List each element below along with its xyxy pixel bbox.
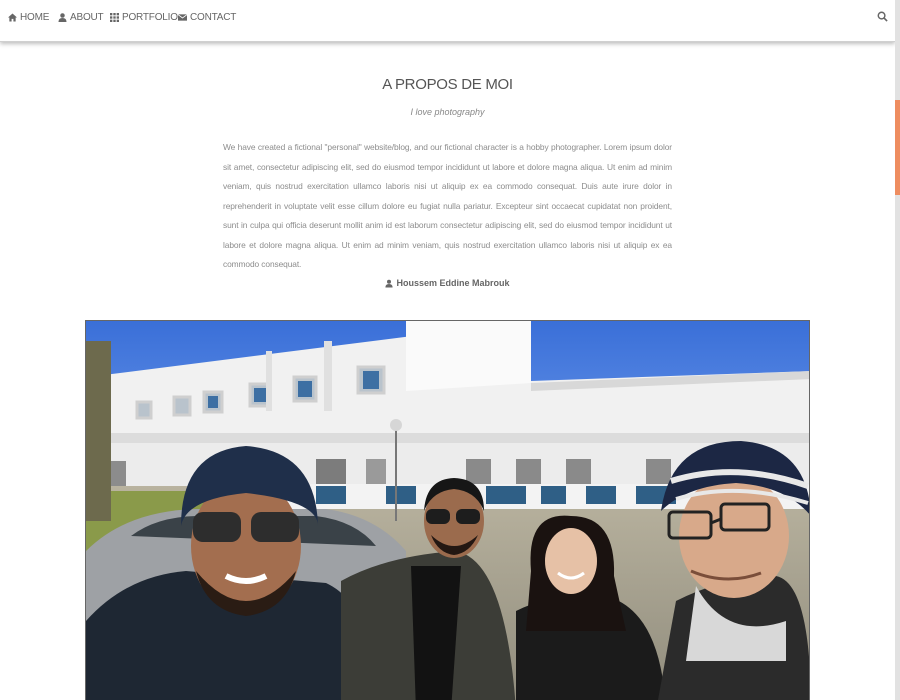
nav-portfolio-label: PORTFOLIO	[122, 12, 178, 23]
nav-about-label: ABOUT	[70, 12, 104, 23]
search-icon	[877, 11, 888, 22]
grid-icon	[110, 13, 119, 22]
nav-portfolio[interactable]: PORTFOLIO	[110, 12, 178, 23]
scrollbar-thumb[interactable]	[895, 100, 900, 195]
top-navbar: HOME ABOUT PORTFOLIO CONTACT	[0, 0, 895, 42]
author-name: Houssem Eddine Mabrouk	[396, 278, 510, 288]
home-icon	[8, 13, 17, 22]
nav-contact-label: CONTACT	[190, 12, 237, 23]
user-icon	[385, 279, 394, 287]
nav-about[interactable]: ABOUT	[58, 12, 104, 23]
search-button[interactable]	[877, 9, 889, 22]
author-signature: Houssem Eddine Mabrouk	[0, 278, 895, 288]
section-title: A PROPOS DE MOI	[382, 76, 513, 93]
envelope-icon	[178, 14, 187, 21]
nav-contact[interactable]: CONTACT	[178, 12, 236, 23]
section-subtitle: I love photography	[410, 107, 485, 117]
group-photo	[85, 320, 810, 700]
nav-home-label: HOME	[20, 12, 50, 23]
user-icon	[58, 13, 67, 22]
bio-paragraph: We have created a fictional "personal" w…	[223, 142, 672, 269]
nav-home[interactable]: HOME	[8, 12, 49, 23]
